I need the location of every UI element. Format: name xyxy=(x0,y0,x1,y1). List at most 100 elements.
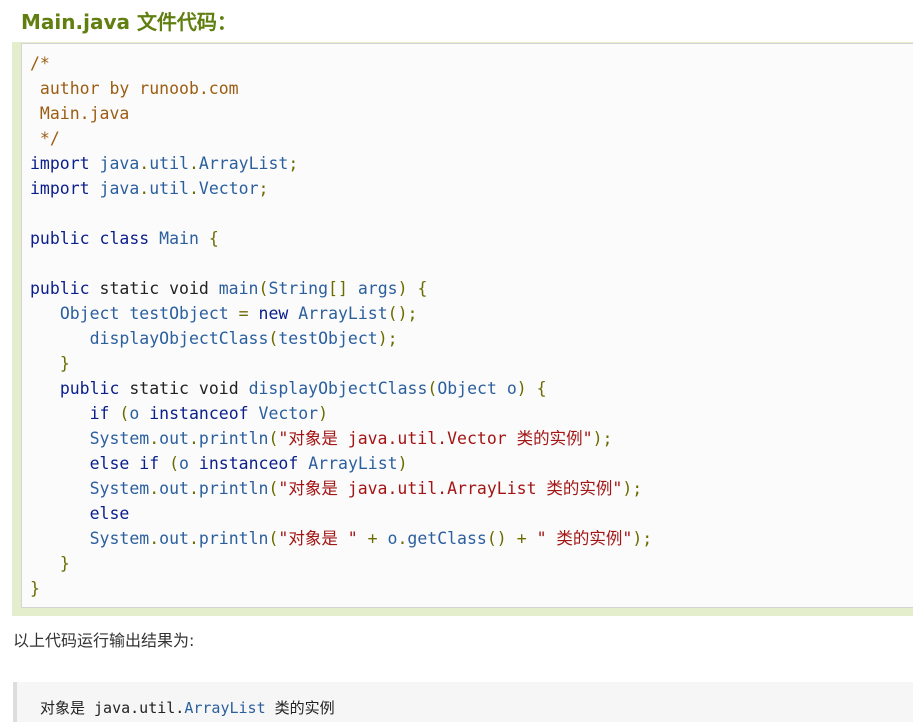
code-token: } xyxy=(59,554,70,573)
code-token: Main.java xyxy=(30,104,130,123)
code-token: displayObjectClass xyxy=(248,379,428,398)
code-line: author by runoob.com xyxy=(30,76,652,101)
code-line: /* xyxy=(30,51,652,76)
code-token: Main xyxy=(159,229,199,248)
code-token: import xyxy=(30,179,90,198)
code-token: . xyxy=(188,179,199,198)
code-token: "对象是 java.util.ArrayList 类的实例" xyxy=(278,479,623,498)
code-token: String xyxy=(268,279,329,298)
code-token: new xyxy=(258,304,289,323)
code-token: println xyxy=(198,479,269,498)
code-token: public xyxy=(30,229,90,248)
code-token: main xyxy=(218,279,259,298)
code-token: . xyxy=(139,154,150,173)
code-token: . xyxy=(397,529,408,548)
code-line: displayObjectClass(testObject); xyxy=(30,326,652,351)
code-token: public xyxy=(30,279,90,298)
code-token: instanceof xyxy=(149,404,249,423)
code-token: out xyxy=(159,529,189,548)
code-token: ) xyxy=(397,454,408,473)
code-token: static void xyxy=(119,379,249,398)
code-token: Vector xyxy=(198,179,259,198)
code-token: ; xyxy=(288,154,299,173)
code-token: Object xyxy=(437,379,497,398)
code-token: ( xyxy=(268,429,279,448)
code-token: util xyxy=(149,179,189,198)
code-token: if xyxy=(89,404,110,423)
code-token: util xyxy=(149,154,189,173)
code-token: ArrayList xyxy=(298,304,388,323)
code-token: println xyxy=(198,529,269,548)
code-token: ( xyxy=(268,529,279,548)
code-token: ) xyxy=(516,379,527,398)
code-token: " 类的实例" xyxy=(536,529,633,548)
code-token: java xyxy=(99,179,140,198)
code-token: o xyxy=(506,379,517,398)
code-token: . xyxy=(188,529,199,548)
output-class-name: ArrayList xyxy=(184,699,266,717)
code-token: ArrayList xyxy=(308,454,398,473)
output-text: 对象是 java.util.ArrayList 类的实例 xyxy=(40,696,335,720)
code-token: println xyxy=(198,429,269,448)
code-token: class xyxy=(99,229,150,248)
code-line: public class Main { xyxy=(30,226,652,251)
code-line: public static void displayObjectClass(Ob… xyxy=(30,376,652,401)
code-token: System xyxy=(89,529,150,548)
code-token: ); xyxy=(622,479,643,498)
code-token: else xyxy=(89,504,130,523)
code-line: System.out.println("对象是 java.util.ArrayL… xyxy=(30,476,652,501)
code-token: = xyxy=(238,304,249,323)
code-line: import java.util.ArrayList; xyxy=(30,151,652,176)
code-token: ( xyxy=(258,279,269,298)
code-token: getClass xyxy=(407,529,487,548)
code-token: o xyxy=(179,454,189,473)
code-line: System.out.println("对象是 java.util.Vector… xyxy=(30,426,652,451)
code-token: { xyxy=(417,279,428,298)
code-token: ) xyxy=(318,404,329,423)
code-token: out xyxy=(159,479,189,498)
code-line: */ xyxy=(30,126,652,151)
code-line: Main.java xyxy=(30,101,652,126)
code-line: } xyxy=(30,551,652,576)
code-token: . xyxy=(149,479,160,498)
code-token: ( xyxy=(119,404,130,423)
code-token: System xyxy=(89,429,150,448)
code-token: o xyxy=(129,404,140,423)
code-token: public xyxy=(59,379,120,398)
code-token: . xyxy=(149,529,160,548)
code-token: ); xyxy=(377,329,398,348)
code-token: "对象是 java.util.Vector 类的实例" xyxy=(278,429,593,448)
section-heading: Main.java 文件代码： xyxy=(21,10,237,34)
code-token: . xyxy=(188,154,199,173)
output-intro-text: 以上代码运行输出结果为: xyxy=(13,631,195,650)
code-token: ); xyxy=(632,529,653,548)
code-token: [] xyxy=(328,279,348,298)
code-token: testObject xyxy=(129,304,229,323)
code-token: "对象是 " xyxy=(278,529,358,548)
code-token: import xyxy=(30,154,90,173)
